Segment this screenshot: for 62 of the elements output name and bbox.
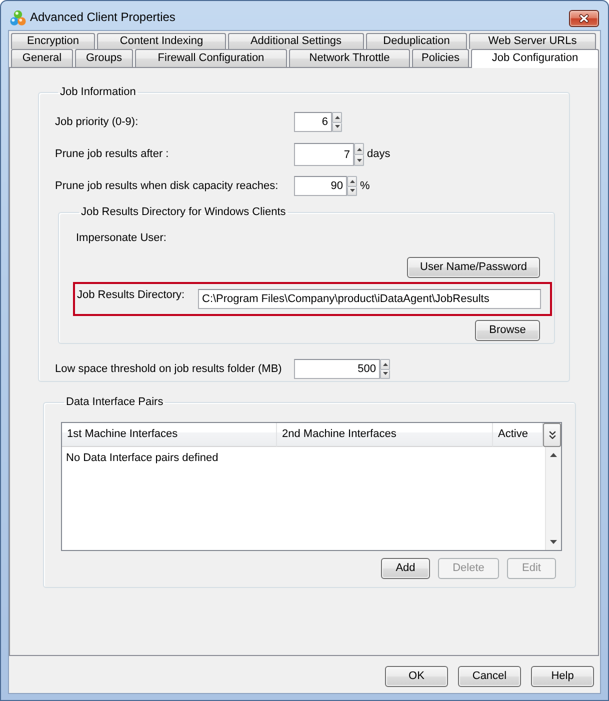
column-chooser-button[interactable] — [543, 423, 561, 447]
column-header[interactable]: 2nd Machine Interfaces — [277, 423, 493, 447]
help-button[interactable]: Help — [531, 666, 594, 687]
vertical-scrollbar[interactable] — [545, 447, 561, 550]
empty-message: No Data Interface pairs defined — [66, 452, 218, 464]
spin-down-button[interactable] — [347, 186, 357, 196]
browse-button[interactable]: Browse — [475, 320, 540, 341]
tab[interactable]: Groups — [75, 49, 133, 67]
caret-up-icon — [550, 453, 557, 457]
caret-down-icon — [350, 189, 354, 192]
spin-up-button[interactable] — [332, 112, 342, 122]
tab[interactable]: Job Configuration — [471, 49, 599, 68]
unit-label: days — [367, 148, 390, 161]
field-label: Low space threshold on job results folder (MB) — [55, 362, 283, 376]
caret-down-icon — [550, 540, 557, 544]
spin-up-button[interactable] — [380, 359, 390, 370]
window-title: Advanced Client Properties — [30, 10, 176, 25]
spin-down-button[interactable] — [332, 122, 342, 132]
double-chevron-down-icon — [548, 431, 556, 439]
caret-down-icon — [334, 125, 340, 128]
tab[interactable]: Network Throttle — [289, 49, 410, 67]
number-field[interactable]: 90 — [294, 176, 347, 196]
group-title: Job Results Directory for Windows Clients — [80, 206, 287, 219]
tab[interactable]: Firewall Configuration — [135, 49, 287, 67]
tab[interactable]: General — [11, 49, 73, 67]
add-button[interactable]: Add — [381, 558, 430, 579]
field-label: Job priority (0-9): — [55, 116, 140, 128]
group-title: Data Interface Pairs — [65, 396, 164, 409]
spin-down-button[interactable] — [380, 370, 390, 379]
caret-up-icon — [350, 180, 354, 183]
group-title: Job Information — [59, 86, 137, 99]
caret-up-icon — [382, 362, 388, 366]
column-header[interactable]: 1st Machine Interfaces — [62, 423, 277, 447]
field-label: Job Results Directory: — [77, 289, 186, 302]
close-button[interactable] — [569, 10, 599, 27]
tab[interactable]: Content Indexing — [97, 33, 226, 49]
caret-up-icon — [334, 116, 340, 119]
ok-button[interactable]: OK — [385, 666, 448, 687]
tab[interactable]: Web Server URLs — [469, 33, 596, 49]
caret-up-icon — [356, 148, 362, 150]
tab[interactable]: Policies — [412, 49, 469, 67]
path-field[interactable]: C:\Program Files\Company\product\iDataAgent\JobResults — [198, 289, 541, 309]
caret-down-icon — [382, 372, 388, 376]
cancel-button[interactable]: Cancel — [458, 666, 521, 687]
column-header[interactable]: Active — [493, 423, 543, 447]
spin-up-button[interactable] — [347, 176, 357, 186]
number-field[interactable]: 7 — [294, 143, 354, 166]
caret-down-icon — [356, 158, 362, 162]
unit-label: % — [360, 180, 370, 192]
credentials-button[interactable]: User Name/Password — [407, 257, 540, 278]
number-field[interactable]: 6 — [294, 112, 332, 132]
spheres-icon — [10, 10, 26, 26]
spin-up-button[interactable] — [354, 143, 364, 155]
spin-down-button[interactable] — [354, 155, 364, 166]
tab[interactable]: Deduplication — [366, 33, 467, 49]
number-field[interactable]: 500 — [294, 359, 380, 379]
field-label: Prune job results when disk capacity reaches: — [55, 180, 280, 192]
close-icon — [579, 14, 589, 23]
field-label: Prune job results after : — [55, 148, 170, 161]
field-label: Impersonate User: — [76, 232, 166, 245]
tab[interactable]: Encryption — [11, 33, 95, 49]
tab[interactable]: Additional Settings — [228, 33, 364, 49]
